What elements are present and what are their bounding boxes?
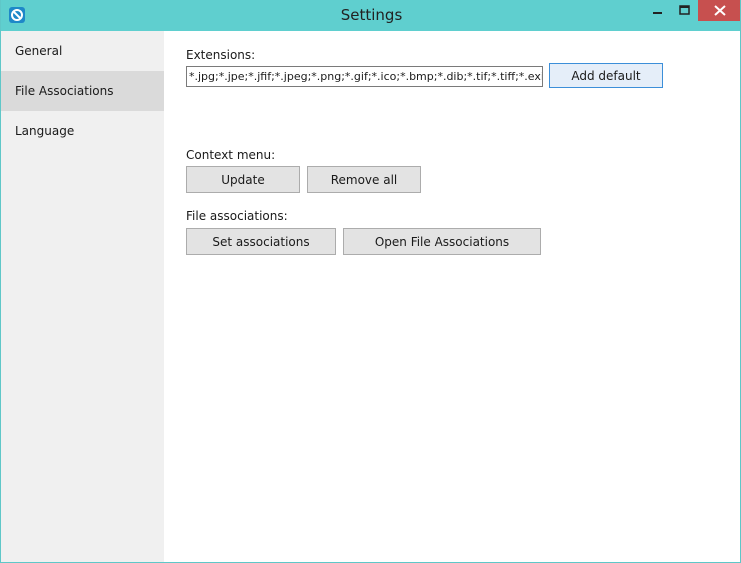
open-file-associations-button[interactable]: Open File Associations <box>343 228 541 255</box>
maximize-button[interactable] <box>671 0 698 21</box>
title-bar[interactable]: Settings <box>1 0 740 31</box>
maximize-icon <box>679 5 690 15</box>
sidebar-item-language[interactable]: Language <box>1 111 164 151</box>
minimize-icon <box>653 12 662 14</box>
remove-all-button[interactable]: Remove all <box>307 166 421 193</box>
settings-sidebar: General File Associations Language <box>1 31 164 562</box>
file-associations-label: File associations: <box>186 209 288 223</box>
extensions-input[interactable]: *.jpg;*.jpe;*.jfif;*.jpeg;*.png;*.gif;*.… <box>186 66 543 87</box>
window-title: Settings <box>340 6 403 24</box>
sidebar-item-general[interactable]: General <box>1 31 164 71</box>
minimize-button[interactable] <box>644 0 671 21</box>
update-button[interactable]: Update <box>186 166 300 193</box>
close-icon <box>714 5 726 16</box>
settings-window: Settings General File Associations Langu… <box>0 0 741 563</box>
extensions-label: Extensions: <box>186 48 256 62</box>
sidebar-item-file-associations[interactable]: File Associations <box>1 71 164 111</box>
add-default-button[interactable]: Add default <box>549 63 663 88</box>
set-associations-button[interactable]: Set associations <box>186 228 336 255</box>
context-menu-label: Context menu: <box>186 148 276 162</box>
close-button[interactable] <box>698 0 740 21</box>
